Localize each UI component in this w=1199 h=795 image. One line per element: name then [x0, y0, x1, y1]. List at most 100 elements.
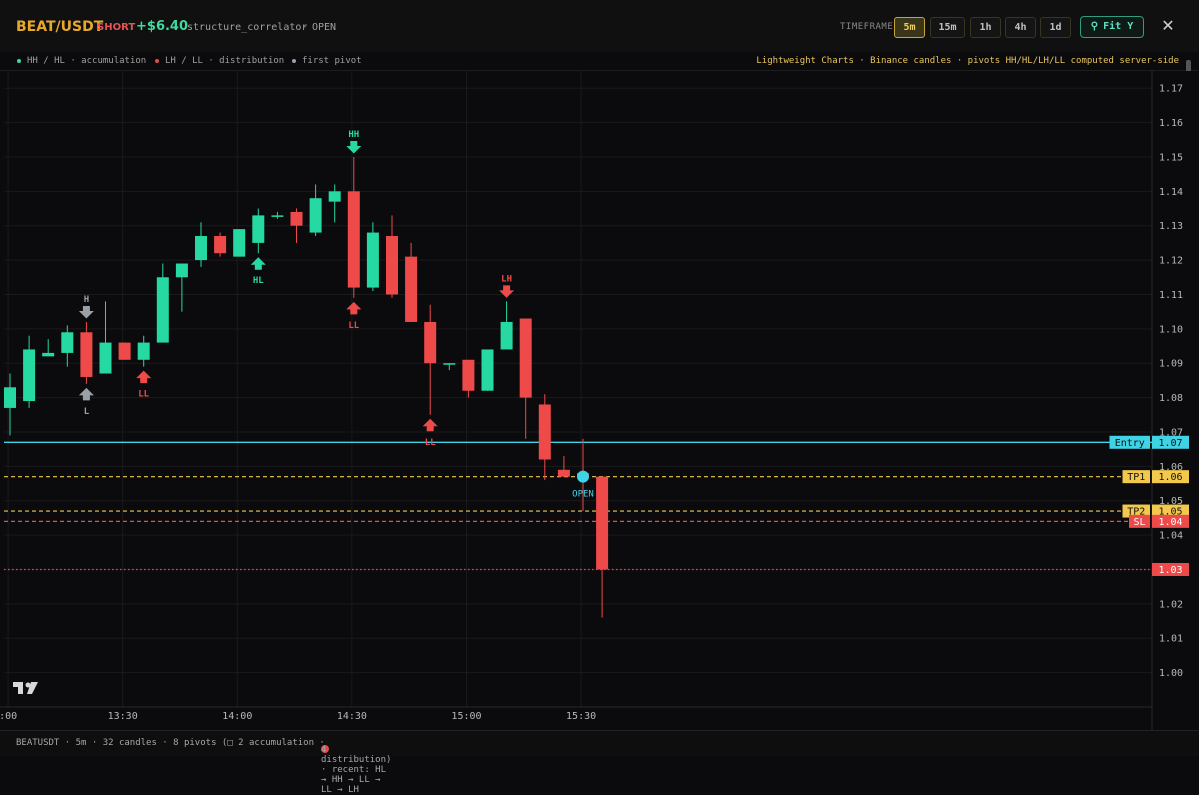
legend-label: first pivot — [302, 56, 362, 66]
y-tick-label: 1.11 — [1159, 290, 1183, 301]
y-tick-label: 1.13 — [1159, 221, 1183, 232]
candle-body — [252, 215, 265, 243]
candle-body — [386, 236, 398, 295]
level-name-label: Entry — [1115, 438, 1145, 449]
legend-swatch-icon — [155, 58, 159, 63]
footer-summary: BEATUSDT · 5m · 32 candles · 8 pivots (□… — [16, 738, 325, 748]
legend-item-distribution: LH / LL · distribution — [155, 56, 284, 66]
x-tick-label: 14:30 — [337, 711, 367, 722]
pivot-label: LL — [425, 438, 436, 448]
x-tick-label: 14:00 — [222, 711, 252, 722]
search-icon: ⚲ — [1090, 21, 1099, 32]
x-tick-label: 13:30 — [108, 711, 138, 722]
y-tick-label: 1.08 — [1159, 393, 1183, 404]
fit-y-button[interactable]: ⚲ Fit Y — [1080, 16, 1144, 38]
candle-body — [405, 256, 418, 322]
pivot-label: HH — [348, 130, 359, 140]
y-tick-label: 1.00 — [1159, 668, 1183, 679]
candle-body — [99, 342, 112, 374]
candle-body — [23, 349, 36, 402]
candle-body — [118, 342, 131, 360]
level-name-label: SL — [1133, 517, 1145, 528]
y-tick-label: 1.04 — [1159, 531, 1183, 542]
tab-1h[interactable]: 1h — [970, 17, 1001, 38]
candle-body — [500, 321, 513, 350]
legend-bar: HH / HL · accumulation LH / LL · distrib… — [0, 52, 1199, 71]
y-tick-label: 1.14 — [1159, 187, 1183, 198]
pivot-label: L — [84, 407, 90, 417]
level-price-label: 1.07 — [1158, 438, 1182, 449]
candle-body — [347, 191, 360, 288]
tab-5m[interactable]: 5m — [894, 17, 925, 38]
timeframe-label: TIMEFRAME — [840, 22, 894, 32]
open-label: OPEN — [572, 490, 594, 500]
tab-4h[interactable]: 4h — [1005, 17, 1036, 38]
symbol-title: BEAT/USDT — [16, 19, 104, 35]
candle-body — [214, 236, 227, 254]
pivot-label: LL — [348, 321, 359, 331]
price-chart[interactable]: 1.001.011.021.031.041.051.061.071.081.09… — [0, 71, 1199, 730]
legend-source-note: Lightweight Charts · Binance candles · p… — [756, 56, 1179, 66]
tab-1d[interactable]: 1d — [1040, 17, 1071, 38]
candle-body — [80, 332, 93, 377]
y-tick-label: 1.09 — [1159, 359, 1183, 370]
y-tick-label: 1.10 — [1159, 324, 1183, 335]
open-position-marker — [577, 470, 589, 483]
legend-item-accumulation: HH / HL · accumulation — [17, 56, 146, 66]
candle-body — [328, 191, 341, 202]
separator-dot: · — [302, 22, 309, 33]
tab-15m[interactable]: 15m — [930, 17, 965, 38]
strategy-name: structure_correlator — [187, 22, 308, 33]
level-price-label: 1.06 — [1158, 472, 1182, 483]
pivot-label: LH — [501, 274, 512, 284]
y-tick-label: 1.12 — [1159, 256, 1183, 267]
legend-label: HH / HL · accumulation — [27, 56, 147, 66]
candle-body — [271, 215, 284, 217]
candle-body — [61, 332, 74, 353]
candle-body — [290, 211, 303, 226]
candle-body — [462, 359, 475, 391]
footer-recent-text: 4 distribution) · recent: HL → HH → LL →… — [321, 745, 392, 795]
chart-background — [0, 71, 1199, 730]
y-tick-label: 1.01 — [1159, 634, 1183, 645]
y-tick-label: 1.16 — [1159, 118, 1183, 129]
candle-body — [519, 318, 532, 398]
pivot-label: H — [84, 295, 89, 305]
level-price-label: 1.04 — [1158, 517, 1182, 528]
close-icon[interactable]: ✕ — [1158, 16, 1178, 36]
candle-body — [424, 321, 437, 364]
candle-body — [42, 352, 55, 357]
status-text: OPEN — [312, 22, 337, 33]
x-tick-label: :00 — [0, 711, 17, 722]
legend-label: LH / LL · distribution — [165, 56, 285, 66]
pivot-label: HL — [253, 276, 264, 286]
candle-body — [233, 229, 246, 257]
candle-body — [366, 232, 379, 288]
candle-body — [481, 349, 494, 391]
candle-body — [557, 469, 570, 477]
status-footer: BEATUSDT · 5m · 32 candles · 8 pivots (□… — [0, 730, 1199, 795]
candle-body — [156, 277, 169, 343]
x-tick-label: 15:30 — [566, 711, 596, 722]
legend-swatch-icon — [17, 58, 21, 63]
side-badge: SHORT — [97, 22, 136, 33]
legend-item-first-pivot: first pivot — [292, 56, 362, 66]
pnl-value: +$6.40 — [136, 19, 189, 34]
candle-body — [137, 342, 150, 360]
y-tick-label: 1.02 — [1159, 599, 1183, 610]
fit-y-label: Fit Y — [1103, 21, 1134, 32]
candle-body — [175, 263, 188, 278]
legend-swatch-icon — [292, 58, 296, 63]
level-name-label: TP1 — [1127, 472, 1145, 483]
candle-body — [4, 387, 16, 408]
candle-body — [443, 363, 456, 365]
x-tick-label: 15:00 — [451, 711, 481, 722]
pivot-label: LL — [138, 390, 149, 400]
y-tick-label: 1.15 — [1159, 152, 1183, 163]
level-price-label: 1.03 — [1158, 565, 1182, 576]
candle-body — [309, 198, 322, 233]
y-tick-label: 1.17 — [1159, 84, 1183, 95]
candle-body — [195, 236, 207, 261]
candle-body — [596, 476, 609, 570]
header-bar: BEAT/USDT SHORT +$6.40 structure_correla… — [0, 0, 1199, 53]
